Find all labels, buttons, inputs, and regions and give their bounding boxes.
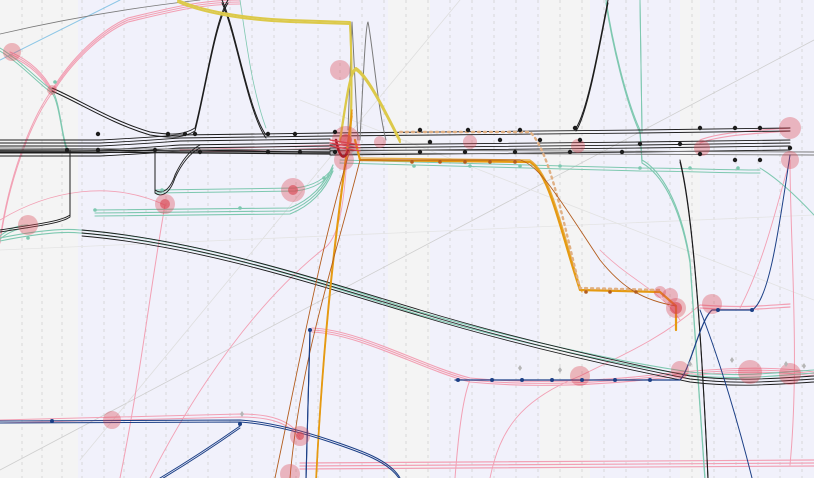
circle-marker-icon	[50, 419, 54, 423]
circle-marker-icon	[572, 125, 578, 131]
circle-marker-icon	[292, 131, 298, 137]
highlight-blob-icon	[340, 134, 352, 146]
circle-marker-icon	[468, 164, 472, 168]
circle-marker-icon	[634, 290, 638, 294]
highlight-blob-icon	[654, 286, 666, 298]
circle-marker-icon	[520, 378, 524, 382]
circle-marker-icon	[490, 378, 494, 382]
highlight-blob-icon	[781, 151, 799, 169]
highlight-blob-icon	[779, 117, 801, 139]
circle-marker-icon	[438, 160, 442, 164]
circle-marker-icon	[456, 378, 460, 382]
circle-marker-icon	[697, 125, 703, 131]
highlight-blob-icon	[160, 199, 170, 209]
circle-marker-icon	[265, 131, 271, 137]
circle-marker-icon	[238, 206, 242, 210]
track-canvas	[0, 0, 814, 478]
track-visualization	[0, 0, 814, 478]
circle-marker-icon	[613, 378, 617, 382]
circle-marker-icon	[26, 236, 30, 240]
circle-marker-icon	[550, 378, 554, 382]
circle-marker-icon	[580, 378, 584, 382]
highlight-blob-icon	[571, 139, 585, 153]
circle-marker-icon	[558, 164, 562, 168]
highlight-blob-icon	[103, 411, 121, 429]
circle-marker-icon	[182, 131, 188, 137]
circle-marker-icon	[677, 141, 683, 147]
circle-marker-icon	[308, 328, 312, 332]
circle-marker-icon	[410, 160, 414, 164]
circle-marker-icon	[95, 147, 101, 153]
circle-marker-icon	[197, 149, 203, 155]
circle-marker-icon	[322, 176, 326, 180]
circle-marker-icon	[787, 145, 793, 151]
circle-marker-icon	[332, 149, 338, 155]
circle-marker-icon	[462, 149, 468, 155]
circle-marker-icon	[584, 290, 588, 294]
circle-marker-icon	[757, 157, 763, 163]
circle-marker-icon	[637, 141, 643, 147]
circle-marker-icon	[64, 147, 70, 153]
circle-marker-icon	[417, 127, 423, 133]
circle-marker-icon	[93, 208, 97, 212]
highlight-blob-icon	[779, 363, 801, 385]
circle-marker-icon	[165, 131, 171, 137]
circle-marker-icon	[265, 149, 271, 155]
circle-marker-icon	[638, 166, 642, 170]
circle-marker-icon	[648, 378, 652, 382]
circle-marker-icon	[608, 290, 612, 294]
highlight-blob-icon	[570, 366, 590, 386]
circle-marker-icon	[465, 127, 471, 133]
highlight-blob-icon	[463, 135, 477, 149]
highlight-blob-icon	[671, 361, 689, 379]
circle-marker-icon	[716, 308, 720, 312]
circle-marker-icon	[619, 149, 625, 155]
highlight-blob-icon	[18, 215, 38, 235]
circle-marker-icon	[732, 125, 738, 131]
circle-marker-icon	[512, 149, 518, 155]
circle-marker-icon	[732, 157, 738, 163]
circle-marker-icon	[513, 160, 517, 164]
circle-marker-icon	[160, 188, 164, 192]
highlight-blob-icon	[47, 85, 57, 95]
circle-marker-icon	[517, 127, 523, 133]
circle-marker-icon	[53, 80, 57, 84]
circle-marker-icon	[332, 129, 338, 135]
circle-marker-icon	[412, 164, 416, 168]
circle-marker-icon	[192, 131, 198, 137]
circle-marker-icon	[688, 166, 692, 170]
highlight-blob-icon	[330, 60, 350, 80]
background-band	[430, 0, 540, 478]
highlight-blob-icon	[374, 136, 386, 148]
circle-marker-icon	[417, 149, 423, 155]
circle-marker-icon	[757, 125, 763, 131]
highlight-blob-icon	[296, 432, 304, 440]
circle-marker-icon	[497, 137, 503, 143]
circle-marker-icon	[518, 164, 522, 168]
circle-marker-icon	[297, 149, 303, 155]
circle-marker-icon	[750, 308, 754, 312]
circle-marker-icon	[488, 160, 492, 164]
highlight-blob-icon	[288, 185, 298, 195]
circle-marker-icon	[238, 422, 242, 426]
background-band	[700, 0, 814, 478]
circle-marker-icon	[463, 160, 467, 164]
circle-marker-icon	[152, 147, 158, 153]
highlight-blob-icon	[3, 43, 21, 61]
circle-marker-icon	[537, 137, 543, 143]
circle-marker-icon	[95, 131, 101, 137]
circle-marker-icon	[577, 137, 583, 143]
highlight-blob-icon	[670, 302, 682, 314]
highlight-blob-icon	[738, 360, 762, 384]
circle-marker-icon	[427, 139, 433, 145]
circle-marker-icon	[567, 149, 573, 155]
circle-marker-icon	[736, 166, 740, 170]
circle-marker-icon	[697, 151, 703, 157]
highlight-blob-icon	[334, 150, 354, 170]
